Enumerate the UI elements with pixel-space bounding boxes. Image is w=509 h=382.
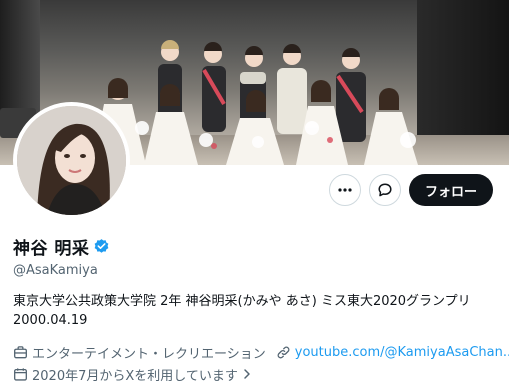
profile-info: 神谷 明采 @AsaKamiya 東京大学公共政策大学院 2年 神谷明采(かみや… [13,234,509,382]
bio-line: 東京大学公共政策大学院 2年 神谷明采(かみや あさ) ミス東大2020グランプ… [13,294,471,309]
profile-category: エンターテイメント・レクリエーション [13,343,266,362]
category-label: エンターテイメント・レクリエーション [32,346,266,362]
more-button[interactable] [328,174,361,206]
join-date-text: 2020年7月からXを利用しています [32,368,238,382]
more-horizontal-icon [338,188,352,192]
display-name: 神谷 明采 [13,239,90,259]
avatar-photo [17,106,126,215]
profile-actions: フォロー [328,174,493,206]
briefcase-icon [14,345,27,358]
message-button[interactable] [368,174,401,206]
name-row: 神谷 明采 [13,234,503,259]
profile-meta: エンターテイメント・レクリエーション youtube.com/@KamiyaAs… [13,342,509,382]
join-date[interactable]: 2020年7月からXを利用しています [13,365,252,382]
follow-button[interactable]: フォロー [408,174,493,206]
verified-badge-icon[interactable] [93,238,110,255]
meta-row: エンターテイメント・レクリエーション youtube.com/@KamiyaAs… [13,342,509,362]
profile-bio: 東京大学公共政策大学院 2年 神谷明采(かみや あさ) ミス東大2020グランプ… [13,292,503,330]
profile-avatar[interactable] [13,102,130,219]
chevron-right-icon [244,369,250,379]
meta-row: 2020年7月からXを利用しています [13,364,503,382]
profile-link[interactable]: youtube.com/@KamiyaAsaChan... [276,345,509,360]
bio-line: 2000.04.19 [13,313,88,328]
profile-link-text[interactable]: youtube.com/@KamiyaAsaChan... [295,345,509,360]
calendar-icon [14,367,27,381]
user-handle: @AsaKamiya [13,263,98,278]
link-icon [277,346,290,358]
message-bubble-icon [378,183,392,197]
